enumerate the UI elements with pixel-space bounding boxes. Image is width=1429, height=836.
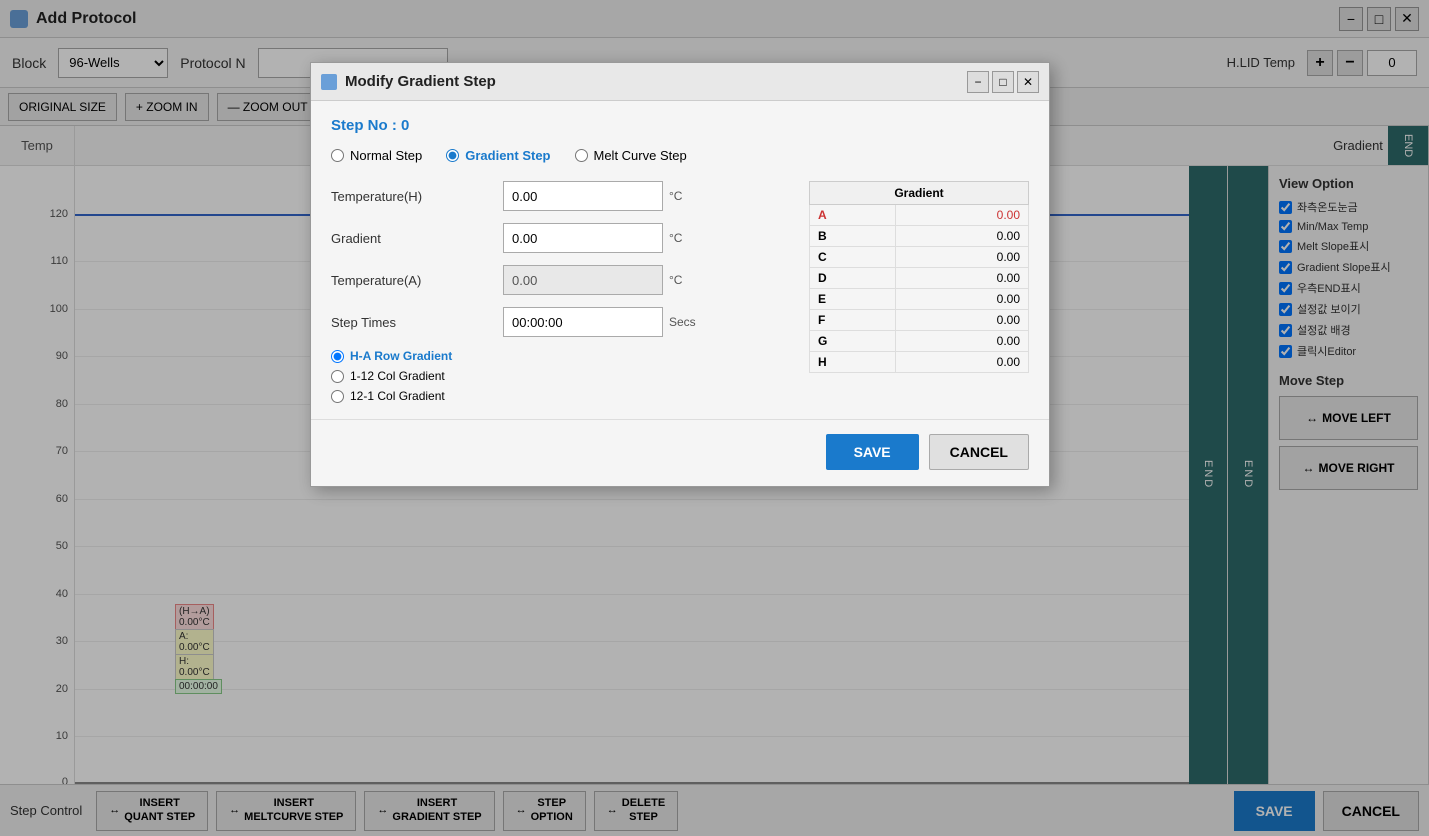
step-times-row: Step Times Secs bbox=[331, 307, 789, 337]
gradient-table-row: B0.00 bbox=[810, 226, 1029, 247]
gradient-row-value: 0.00 bbox=[896, 331, 1029, 352]
gradient-table-row: F0.00 bbox=[810, 310, 1029, 331]
temp-h-input-group: °C bbox=[503, 181, 789, 211]
gradient-table-row: C0.00 bbox=[810, 247, 1029, 268]
modal-cancel-button[interactable]: CANCEL bbox=[929, 434, 1029, 470]
modal-restore-button[interactable]: □ bbox=[992, 71, 1014, 93]
modal-footer: SAVE CANCEL bbox=[311, 419, 1049, 486]
modal-title: Modify Gradient Step bbox=[345, 73, 496, 90]
gradient-row-value: 0.00 bbox=[896, 226, 1029, 247]
temp-h-input[interactable] bbox=[503, 181, 663, 211]
modal-save-button[interactable]: SAVE bbox=[826, 434, 919, 470]
temp-a-label: Temperature(A) bbox=[331, 273, 491, 288]
gradient-direction-radio-group: H-A Row Gradient 1-12 Col Gradient 12-1 … bbox=[331, 349, 789, 403]
radio-112-label: 1-12 Col Gradient bbox=[350, 369, 445, 383]
gradient-row-label: C bbox=[810, 247, 896, 268]
radio-gradient-label: Gradient Step bbox=[465, 148, 550, 163]
step-times-unit: Secs bbox=[669, 315, 696, 329]
modal-window-controls: − □ ✕ bbox=[967, 71, 1039, 93]
modal-body: Step No : 0 Normal Step Gradient Step Me… bbox=[311, 101, 1049, 419]
radio-normal-label: Normal Step bbox=[350, 148, 422, 163]
gradient-table-row: A0.00 bbox=[810, 205, 1029, 226]
gradient-input-group: °C bbox=[503, 223, 789, 253]
radio-melt-label: Melt Curve Step bbox=[594, 148, 687, 163]
temp-a-unit: °C bbox=[669, 273, 682, 287]
radio-melt-input[interactable] bbox=[575, 149, 588, 162]
temperature-h-row: Temperature(H) °C bbox=[331, 181, 789, 211]
gradient-row-value: 0.00 bbox=[896, 247, 1029, 268]
temp-a-input-group: °C bbox=[503, 265, 789, 295]
gradient-row: Gradient °C bbox=[331, 223, 789, 253]
radio-gradient-input[interactable] bbox=[446, 149, 459, 162]
radio-112-input[interactable] bbox=[331, 370, 344, 383]
gradient-row-value: 0.00 bbox=[896, 310, 1029, 331]
gradient-row-label: H bbox=[810, 352, 896, 373]
gradient-table-header: Gradient bbox=[810, 182, 1029, 205]
gradient-row-value: 0.00 bbox=[896, 352, 1029, 373]
modal-close-button[interactable]: ✕ bbox=[1017, 71, 1039, 93]
gradient-row-label: D bbox=[810, 268, 896, 289]
gradient-row-label: G bbox=[810, 331, 896, 352]
gradient-row-value: 0.00 bbox=[896, 268, 1029, 289]
modal-overlay: Modify Gradient Step − □ ✕ Step No : 0 N… bbox=[0, 0, 1429, 836]
gradient-row-label: F bbox=[810, 310, 896, 331]
radio-121-input[interactable] bbox=[331, 390, 344, 403]
radio-normal-input[interactable] bbox=[331, 149, 344, 162]
modal-minimize-button[interactable]: − bbox=[967, 71, 989, 93]
radio-ha-input[interactable] bbox=[331, 350, 344, 363]
radio-normal-step[interactable]: Normal Step bbox=[331, 148, 422, 163]
radio-ha-label: H-A Row Gradient bbox=[350, 349, 452, 363]
gradient-section: Temperature(H) °C Gradient °C bbox=[331, 181, 1029, 403]
step-times-input[interactable] bbox=[503, 307, 663, 337]
gradient-table-row: E0.00 bbox=[810, 289, 1029, 310]
gradient-row-label: A bbox=[810, 205, 896, 226]
gradient-input[interactable] bbox=[503, 223, 663, 253]
step-type-radio-group: Normal Step Gradient Step Melt Curve Ste… bbox=[331, 148, 1029, 163]
modal-icon bbox=[321, 74, 337, 90]
step-number: Step No : 0 bbox=[331, 117, 1029, 134]
radio-ha-row[interactable]: H-A Row Gradient bbox=[331, 349, 789, 363]
radio-gradient-step[interactable]: Gradient Step bbox=[446, 148, 550, 163]
temp-h-label: Temperature(H) bbox=[331, 189, 491, 204]
gradient-unit: °C bbox=[669, 231, 682, 245]
step-times-label: Step Times bbox=[331, 315, 491, 330]
radio-112-col[interactable]: 1-12 Col Gradient bbox=[331, 369, 789, 383]
temperature-a-row: Temperature(A) °C bbox=[331, 265, 789, 295]
temp-h-unit: °C bbox=[669, 189, 682, 203]
modify-gradient-step-modal: Modify Gradient Step − □ ✕ Step No : 0 N… bbox=[310, 62, 1050, 487]
radio-121-label: 12-1 Col Gradient bbox=[350, 389, 445, 403]
gradient-row-label: B bbox=[810, 226, 896, 247]
radio-121-col[interactable]: 12-1 Col Gradient bbox=[331, 389, 789, 403]
gradient-table-section: Gradient A0.00B0.00C0.00D0.00E0.00F0.00G… bbox=[809, 181, 1029, 403]
gradient-table: Gradient A0.00B0.00C0.00D0.00E0.00F0.00G… bbox=[809, 181, 1029, 373]
temp-a-input[interactable] bbox=[503, 265, 663, 295]
gradient-form: Temperature(H) °C Gradient °C bbox=[331, 181, 789, 403]
modal-titlebar: Modify Gradient Step − □ ✕ bbox=[311, 63, 1049, 101]
gradient-table-row: G0.00 bbox=[810, 331, 1029, 352]
gradient-table-row: D0.00 bbox=[810, 268, 1029, 289]
step-times-input-group: Secs bbox=[503, 307, 789, 337]
gradient-table-row: H0.00 bbox=[810, 352, 1029, 373]
gradient-label: Gradient bbox=[331, 231, 491, 246]
radio-melt-curve-step[interactable]: Melt Curve Step bbox=[575, 148, 687, 163]
gradient-row-label: E bbox=[810, 289, 896, 310]
gradient-row-value: 0.00 bbox=[896, 289, 1029, 310]
gradient-row-value: 0.00 bbox=[896, 205, 1029, 226]
